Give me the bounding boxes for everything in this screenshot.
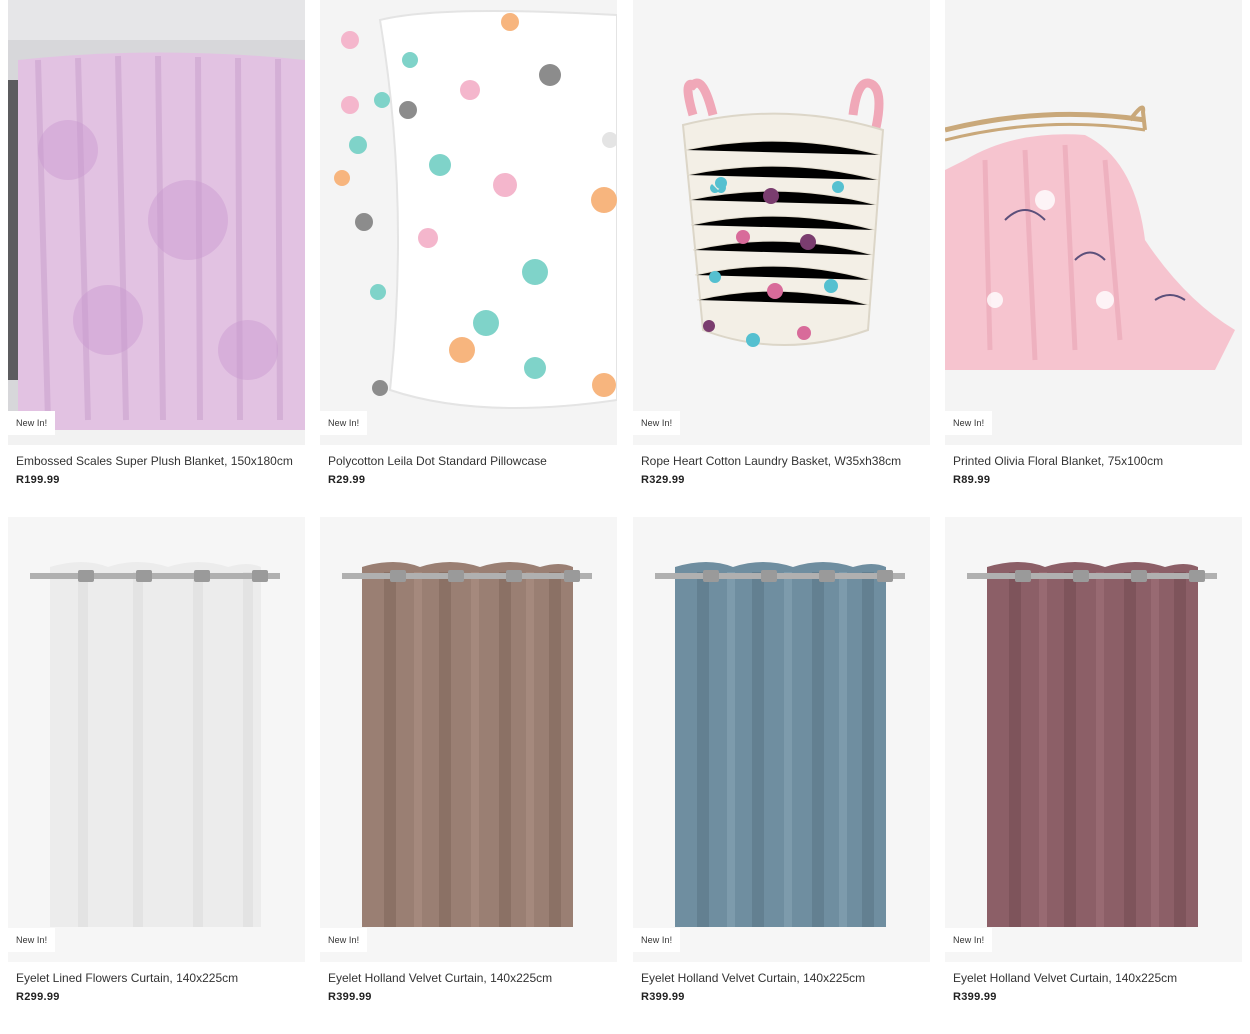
product-price: R399.99 <box>328 991 372 1003</box>
taupe-curtain-image <box>320 517 617 962</box>
white-curtain-image <box>8 517 305 962</box>
floral-blanket-image <box>945 0 1242 445</box>
product-name[interactable]: Eyelet Holland Velvet Curtain, 140x225cm <box>953 971 1238 985</box>
product-name[interactable]: Printed Olivia Floral Blanket, 75x100cm <box>953 454 1238 468</box>
product-image[interactable]: New In! <box>633 517 930 962</box>
new-in-badge: New In! <box>8 411 56 435</box>
product-image[interactable]: New In! <box>320 0 617 445</box>
product-name[interactable]: Rope Heart Cotton Laundry Basket, W35xh3… <box>641 454 926 468</box>
mauve-curtain-image <box>945 517 1242 962</box>
new-in-badge: New In! <box>633 411 681 435</box>
product-name[interactable]: Embossed Scales Super Plush Blanket, 150… <box>16 454 301 468</box>
product-image[interactable]: New In! <box>633 0 930 445</box>
product-image[interactable]: New In! <box>945 517 1242 962</box>
laundry-basket-image <box>633 0 930 445</box>
product-name[interactable]: Eyelet Holland Velvet Curtain, 140x225cm <box>641 971 926 985</box>
product-image[interactable]: New In! <box>320 517 617 962</box>
product-price: R399.99 <box>641 991 685 1003</box>
product-price: R199.99 <box>16 474 60 486</box>
new-in-badge: New In! <box>8 928 56 952</box>
product-price: R29.99 <box>328 474 366 486</box>
product-price: R399.99 <box>953 991 997 1003</box>
blue-curtain-image <box>633 517 930 962</box>
dot-pillowcase-image <box>320 0 617 445</box>
product-price: R89.99 <box>953 474 991 486</box>
product-image[interactable]: New In! <box>8 0 305 445</box>
product-price: R329.99 <box>641 474 685 486</box>
new-in-badge: New In! <box>320 928 368 952</box>
plush-blanket-image <box>8 0 305 445</box>
new-in-badge: New In! <box>945 928 993 952</box>
product-image[interactable]: New In! <box>945 0 1242 445</box>
new-in-badge: New In! <box>320 411 368 435</box>
product-name[interactable]: Polycotton Leila Dot Standard Pillowcase <box>328 454 613 468</box>
product-image[interactable]: New In! <box>8 517 305 962</box>
new-in-badge: New In! <box>633 928 681 952</box>
product-price: R299.99 <box>16 991 60 1003</box>
new-in-badge: New In! <box>945 411 993 435</box>
product-name[interactable]: Eyelet Holland Velvet Curtain, 140x225cm <box>328 971 613 985</box>
product-name[interactable]: Eyelet Lined Flowers Curtain, 140x225cm <box>16 971 301 985</box>
